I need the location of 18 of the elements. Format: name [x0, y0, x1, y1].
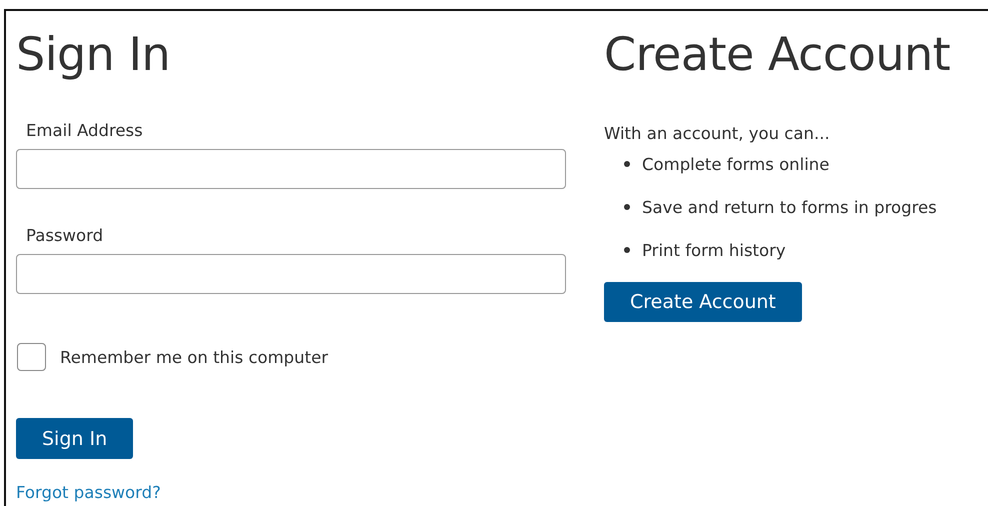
create-account-heading: Create Account: [604, 26, 952, 82]
bullet-icon: [624, 204, 630, 210]
remember-checkbox[interactable]: [17, 343, 46, 371]
remember-label: Remember me on this computer: [60, 348, 328, 366]
bullet-icon: [624, 161, 630, 167]
sign-in-button[interactable]: Sign In: [16, 418, 134, 459]
create-account-button[interactable]: Create Account: [604, 282, 802, 322]
benefit-item: Print form history: [642, 240, 786, 260]
forgot-password-link[interactable]: Forgot password?: [16, 483, 161, 502]
password-field[interactable]: [16, 254, 566, 294]
benefit-item: Complete forms online: [642, 154, 830, 174]
benefit-item: Save and return to forms in progres: [642, 198, 937, 216]
email-field[interactable]: [16, 149, 566, 189]
bullet-icon: [624, 247, 630, 253]
field-label: Email Address: [26, 120, 143, 142]
field-label: Password: [26, 225, 104, 247]
intro-text: With an account, you can...: [604, 123, 830, 145]
sign-in-heading: Sign In: [16, 26, 172, 82]
